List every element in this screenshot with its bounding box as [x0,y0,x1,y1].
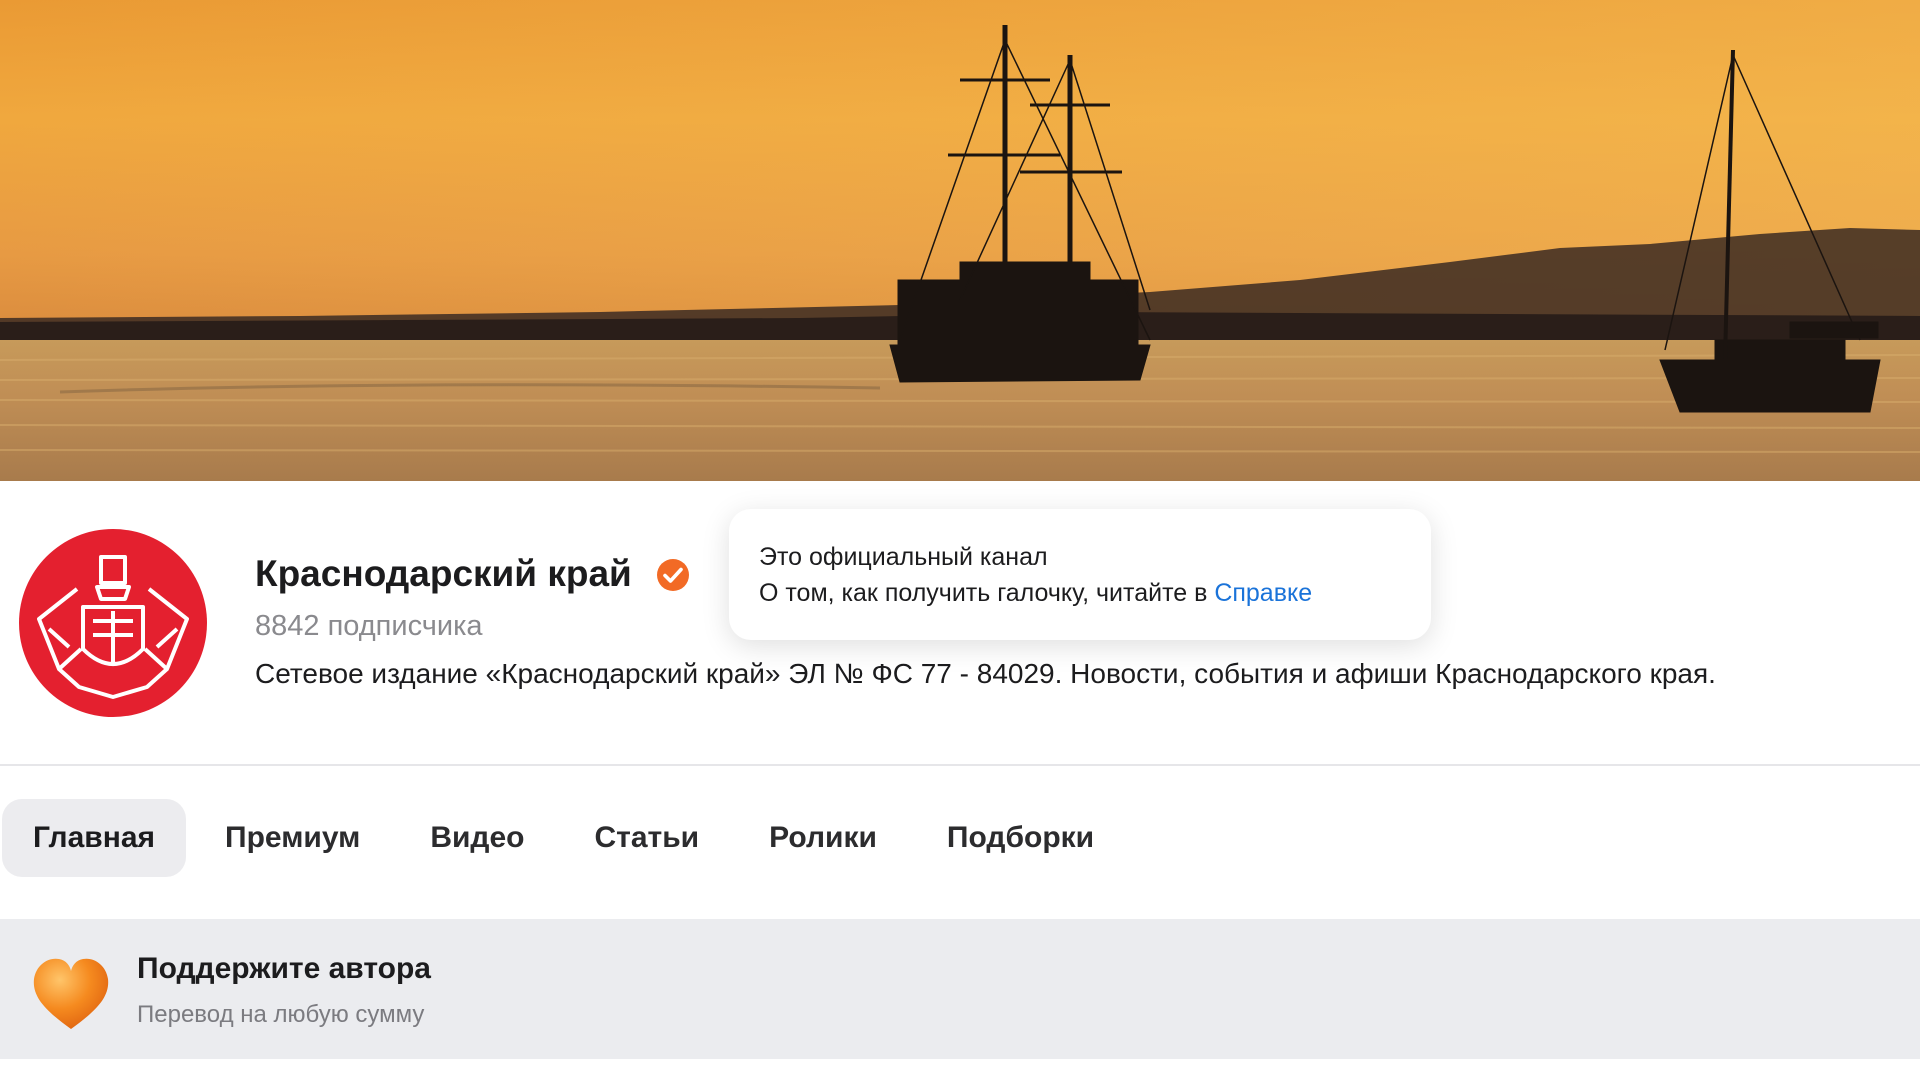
channel-banner [0,0,1920,481]
tab-premium[interactable]: Премиум [194,799,391,877]
tab-articles[interactable]: Статьи [563,799,730,877]
tooltip-text: О том, как получить галочку, читайте в С… [759,575,1431,611]
tab-collections[interactable]: Подборки [916,799,1125,877]
verified-tooltip: Это официальный канал О том, как получит… [729,509,1431,640]
tooltip-title: Это официальный канал [759,543,1048,571]
sunset-sailboats-image [0,0,1920,481]
support-author-card[interactable]: Поддержите автора Перевод на любую сумму [0,919,1920,1059]
channel-name[interactable]: Краснодарский край [255,550,632,598]
channel-page: Краснодарский край 8842 подписчика Сетев… [0,0,1920,1066]
coat-of-arms-icon [37,555,189,699]
tooltip-text-prefix: О том, как получить галочку, читайте в [759,579,1215,607]
tab-video[interactable]: Видео [399,799,555,877]
header-divider [0,764,1920,766]
verified-badge-icon[interactable] [656,558,690,592]
channel-description: Сетевое издание «Краснодарский край» ЭЛ … [255,658,1716,689]
channel-tabs: Главная Премиум Видео Статьи Ролики Подб… [2,798,1133,878]
support-subtitle: Перевод на любую сумму [137,1001,425,1028]
heart-icon [26,949,116,1039]
help-link[interactable]: Справке [1214,579,1312,607]
subscriber-count: 8842 подписчика [255,610,483,642]
channel-avatar[interactable] [19,529,207,717]
tab-shorts[interactable]: Ролики [738,799,908,877]
support-title: Поддержите автора [137,952,431,985]
tab-main[interactable]: Главная [2,799,187,877]
